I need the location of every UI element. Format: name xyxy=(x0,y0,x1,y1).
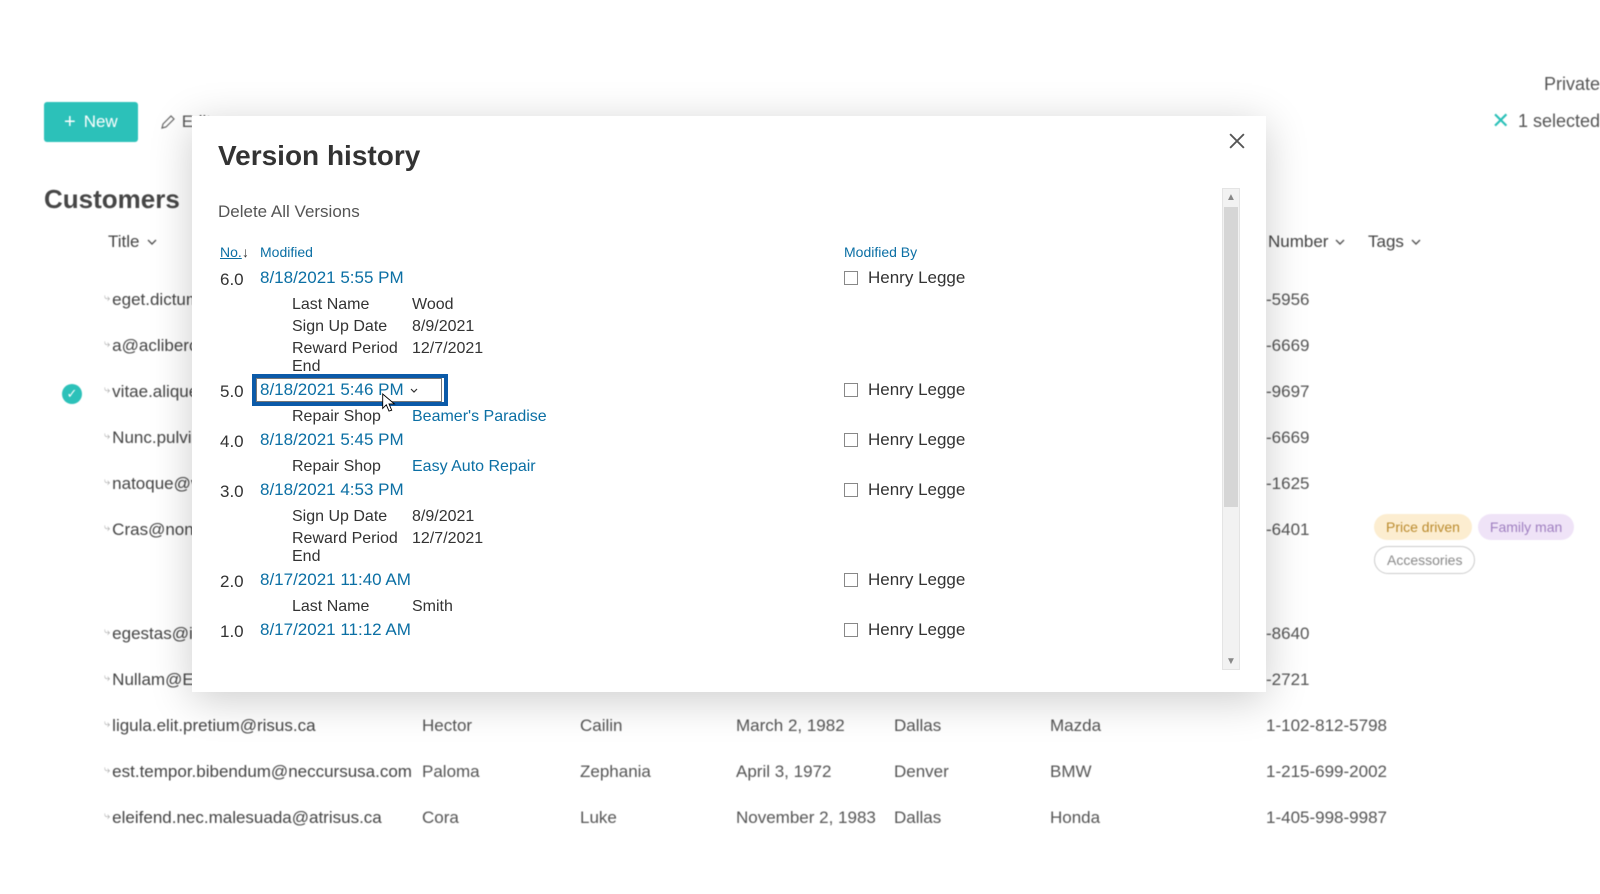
user-name: Henry Legge xyxy=(868,480,965,500)
version-date-link[interactable]: 8/18/2021 5:46 PM xyxy=(260,378,404,399)
version-date-link[interactable]: 8/17/2021 11:40 AM xyxy=(260,568,411,589)
version-history-dialog: Version history Delete All Versions No. … xyxy=(192,116,1266,692)
detail-key: Reward Period End xyxy=(292,530,412,566)
scroll-down-icon[interactable]: ▼ xyxy=(1223,653,1239,669)
detail-value: 12/7/2021 xyxy=(412,530,1222,566)
version-modified-by: Henry Legge xyxy=(844,380,1222,400)
scroll-thumb[interactable] xyxy=(1224,207,1238,507)
version-row: 1.08/17/2021 11:12 AM Henry Legge xyxy=(220,618,1222,644)
version-row: 3.08/18/2021 4:53 PM Henry Legge xyxy=(220,478,1222,504)
version-details: Last NameSmith xyxy=(292,594,1222,618)
user-icon xyxy=(844,433,858,447)
version-row: 6.08/18/2021 5:55 PM Henry Legge xyxy=(220,266,1222,292)
user-icon xyxy=(844,483,858,497)
version-details: Repair ShopEasy Auto Repair xyxy=(292,454,1222,478)
version-number: 1.0 xyxy=(220,620,260,642)
user-name: Henry Legge xyxy=(868,570,965,590)
version-number: 3.0 xyxy=(220,480,260,502)
user-name: Henry Legge xyxy=(868,380,965,400)
version-modified-by: Henry Legge xyxy=(844,268,1222,288)
version-number: 4.0 xyxy=(220,430,260,452)
version-modified-by: Henry Legge xyxy=(844,620,1222,640)
version-date-cell: 8/17/2021 11:12 AM xyxy=(260,620,844,640)
version-date-cell: 8/18/2021 4:53 PM xyxy=(260,480,844,500)
detail-key: Repair Shop xyxy=(292,458,412,476)
version-details: Last NameWoodSign Up Date8/9/2021Reward … xyxy=(292,292,1222,378)
user-name: Henry Legge xyxy=(868,430,965,450)
version-date-link[interactable]: 8/17/2021 11:12 AM xyxy=(260,618,411,639)
dropdown-caret-icon[interactable] xyxy=(410,380,418,388)
detail-key: Repair Shop xyxy=(292,408,412,426)
detail-value: 12/7/2021 xyxy=(412,340,1222,376)
version-number: 2.0 xyxy=(220,570,260,592)
detail-key: Last Name xyxy=(292,598,412,616)
version-modified-by: Henry Legge xyxy=(844,480,1222,500)
version-details: Repair ShopBeamer's Paradise xyxy=(292,404,1222,428)
detail-key: Reward Period End xyxy=(292,340,412,376)
delete-all-versions-link[interactable]: Delete All Versions xyxy=(218,202,360,222)
version-modified-by: Henry Legge xyxy=(844,570,1222,590)
version-number: 6.0 xyxy=(220,268,260,290)
modal-backdrop: Version history Delete All Versions No. … xyxy=(0,0,1600,894)
version-date-cell: 8/17/2021 11:40 AM xyxy=(260,570,844,590)
detail-value[interactable]: Easy Auto Repair xyxy=(412,458,1222,476)
scrollbar[interactable]: ▲ ▼ xyxy=(1222,188,1240,670)
detail-value: 8/9/2021 xyxy=(412,318,1222,336)
user-icon xyxy=(844,623,858,637)
version-modified-by: Henry Legge xyxy=(844,430,1222,450)
version-list: 6.08/18/2021 5:55 PMHenry LeggeLast Name… xyxy=(220,266,1222,670)
version-details: Sign Up Date8/9/2021Reward Period End12/… xyxy=(292,504,1222,568)
detail-key: Sign Up Date xyxy=(292,508,412,526)
version-date-link[interactable]: 8/18/2021 4:53 PM xyxy=(260,478,404,499)
user-icon xyxy=(844,383,858,397)
user-icon xyxy=(844,573,858,587)
version-row: 2.08/17/2021 11:40 AM Henry Legge xyxy=(220,568,1222,594)
user-name: Henry Legge xyxy=(868,620,965,640)
dialog-title: Version history xyxy=(218,140,420,172)
version-row: 5.08/18/2021 5:46 PM Henry Legge xyxy=(220,378,1222,404)
close-icon xyxy=(1226,130,1248,152)
version-date-cell: 8/18/2021 5:55 PM xyxy=(260,268,844,288)
version-date-cell: 8/18/2021 5:45 PM xyxy=(260,430,844,450)
detail-value[interactable]: Beamer's Paradise xyxy=(412,408,1222,426)
version-date-link[interactable]: 8/18/2021 5:45 PM xyxy=(260,428,404,449)
version-number: 5.0 xyxy=(220,380,260,402)
user-icon xyxy=(844,271,858,285)
header-modified-by[interactable]: Modified By xyxy=(844,244,917,260)
detail-value: Wood xyxy=(412,296,1222,314)
detail-key: Last Name xyxy=(292,296,412,314)
version-row: 4.08/18/2021 5:45 PM Henry Legge xyxy=(220,428,1222,454)
scroll-up-icon[interactable]: ▲ xyxy=(1223,189,1239,205)
detail-value: Smith xyxy=(412,598,1222,616)
header-no[interactable]: No. xyxy=(220,244,242,260)
version-date-cell: 8/18/2021 5:46 PM xyxy=(260,380,844,400)
detail-value: 8/9/2021 xyxy=(412,508,1222,526)
sort-arrow-icon: ↓ xyxy=(242,244,249,260)
detail-key: Sign Up Date xyxy=(292,318,412,336)
close-button[interactable] xyxy=(1226,130,1248,152)
version-date-link[interactable]: 8/18/2021 5:55 PM xyxy=(260,266,404,287)
user-name: Henry Legge xyxy=(868,268,965,288)
header-modified[interactable]: Modified xyxy=(260,244,313,260)
